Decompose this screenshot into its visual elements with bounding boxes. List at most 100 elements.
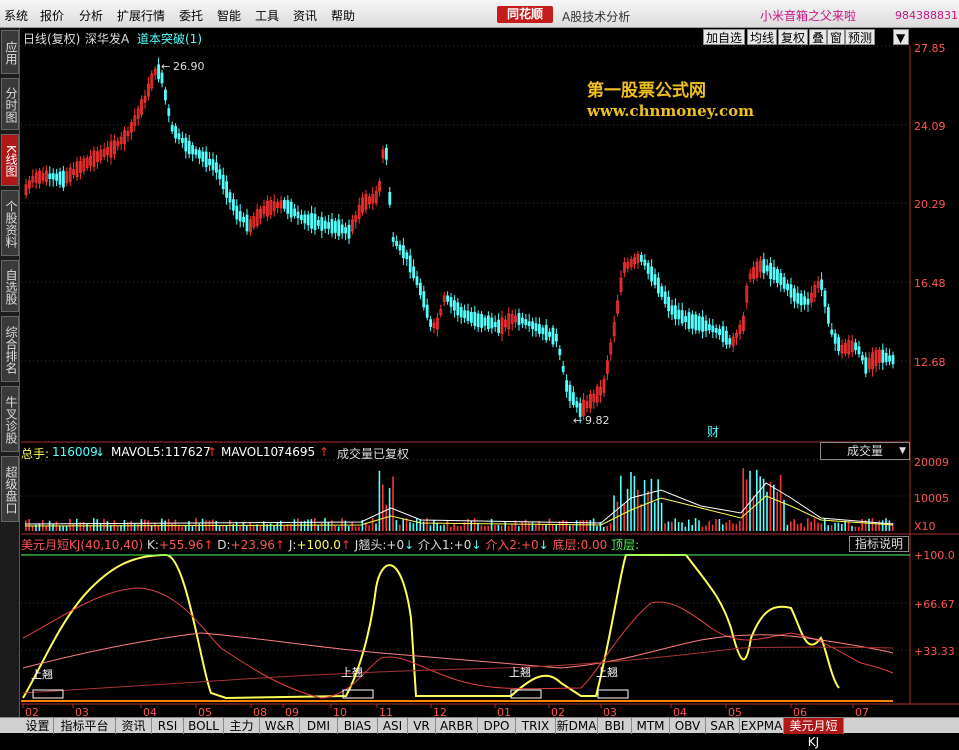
- menu-help[interactable]: 帮助: [331, 7, 355, 24]
- bottom-tab[interactable]: RSI: [152, 718, 184, 734]
- volume-bar: [575, 520, 578, 531]
- volume-bar: [569, 525, 571, 531]
- side-tab-ranking[interactable]: 综合排名: [1, 316, 19, 382]
- candle: [405, 252, 409, 260]
- volume-bar: [368, 525, 370, 531]
- bottom-tab[interactable]: ARBR: [436, 718, 478, 734]
- candle: [469, 312, 473, 323]
- volume-bar: [552, 524, 554, 531]
- bottom-tab[interactable]: 美元月短KJ: [784, 718, 844, 749]
- bottom-tab[interactable]: TRIX: [516, 718, 556, 734]
- volume-bar: [773, 484, 775, 531]
- volume-bar: [297, 518, 299, 531]
- candle: [225, 181, 229, 198]
- bottom-tab[interactable]: EXPMA: [740, 718, 784, 734]
- menu-extended-quote[interactable]: 扩展行情: [117, 7, 165, 24]
- volume-tick-label: 10005: [914, 492, 949, 505]
- candle: [568, 384, 572, 402]
- side-tab-intraday[interactable]: 分时图: [1, 78, 19, 130]
- down-arrow-icon: ↓: [538, 538, 549, 552]
- candle: [684, 316, 687, 323]
- side-tab-kline[interactable]: K线图: [1, 134, 19, 186]
- candle: [459, 307, 463, 318]
- mavol5-value: 117627: [165, 445, 211, 459]
- bottom-tab[interactable]: 设置: [22, 718, 54, 734]
- menu-news[interactable]: 资讯: [293, 7, 317, 24]
- volume-bar: [868, 518, 870, 531]
- bottom-tab[interactable]: 指标平台: [54, 718, 116, 734]
- candle: [476, 313, 480, 328]
- side-tab-stock-info[interactable]: 个股资料: [1, 190, 19, 256]
- mavol5-label: MAVOL5:: [111, 445, 165, 459]
- mavol10-label: MAVOL10:: [221, 445, 283, 459]
- side-tab-watchlist[interactable]: 自选股: [1, 260, 19, 312]
- k-label: K:: [147, 538, 159, 552]
- candle: [854, 342, 857, 351]
- menu-tools[interactable]: 工具: [255, 7, 279, 24]
- bottom-tab[interactable]: W&R: [260, 718, 300, 734]
- bottom-tab[interactable]: 主力: [224, 718, 260, 734]
- j-line: [22, 553, 840, 700]
- k-line: [22, 587, 894, 699]
- menu-smart[interactable]: 智能: [217, 7, 241, 24]
- bottom-tab[interactable]: MTM: [632, 718, 670, 734]
- price-tick-label: 16.48: [914, 277, 946, 290]
- volume-bar: [249, 523, 251, 531]
- bottom-tab[interactable]: OBV: [670, 718, 706, 734]
- candle: [837, 337, 840, 352]
- rise-marker-label: 上翘: [341, 666, 363, 679]
- volume-bar: [191, 526, 194, 531]
- promo-link[interactable]: 小米音箱之父来啦: [760, 7, 856, 24]
- candle: [333, 221, 337, 233]
- volume-bar: [181, 526, 183, 531]
- candle: [303, 214, 307, 224]
- volume-bar: [392, 476, 394, 531]
- volume-bar: [184, 525, 187, 531]
- volume-bar: [694, 518, 697, 531]
- candle: [497, 319, 501, 333]
- bottom-tab[interactable]: BOLL: [184, 718, 224, 734]
- menu-quote[interactable]: 报价: [40, 7, 64, 24]
- indicator-header: 美元月短KJ(40,10,40) K:+55.96↑ D:+23.96↑ J:+…: [21, 536, 639, 553]
- volume-selector[interactable]: 成交量 ▼: [820, 442, 910, 460]
- volume-bar: [756, 469, 758, 531]
- chart-area[interactable]: 日线(复权) 深华发A 道本突破(1) 加自选 均线 复权 叠 窗 预测 ▼ 第…: [21, 28, 959, 718]
- kline-chart[interactable]: 上翘 上翘 上翘 上翘 02 03 04 05 08 09 10 11 12 01 02 03 04 05 06 0…: [21, 28, 959, 718]
- bottom-tab[interactable]: DMI: [300, 718, 338, 734]
- candle: [323, 220, 327, 229]
- bottom-tab[interactable]: ASI: [378, 718, 408, 734]
- candle: [344, 227, 348, 234]
- candle: [555, 333, 558, 342]
- candle: [704, 320, 708, 332]
- volume-bar: [640, 504, 642, 531]
- menu-analysis[interactable]: 分析: [79, 7, 103, 24]
- menu-order[interactable]: 委托: [179, 7, 203, 24]
- candle: [544, 324, 548, 341]
- bottom-tab[interactable]: DPO: [478, 718, 516, 734]
- candle: [538, 324, 541, 334]
- volume-bar: [507, 526, 510, 531]
- candle: [412, 266, 416, 279]
- side-tab-apps[interactable]: 应用: [1, 30, 19, 74]
- side-tab-super-panel[interactable]: 超级盘口: [1, 456, 19, 522]
- candle: [408, 255, 412, 273]
- volume-bar: [416, 518, 418, 531]
- indicator-explain-button[interactable]: 指标说明: [849, 536, 909, 552]
- app-title: A股技术分析: [562, 10, 631, 24]
- bottom-tab[interactable]: BIAS: [338, 718, 378, 734]
- volume-bar: [348, 526, 350, 531]
- bottom-tab[interactable]: SAR: [706, 718, 740, 734]
- volume-bar: [154, 522, 156, 531]
- side-tab-diagnosis[interactable]: 牛叉诊股: [1, 386, 19, 452]
- candle: [204, 151, 208, 168]
- menu-system[interactable]: 系统: [4, 7, 28, 24]
- bottom-tab[interactable]: 新DMA: [556, 718, 598, 734]
- volume-bar: [722, 524, 724, 531]
- bottom-tab[interactable]: VR: [408, 718, 436, 734]
- volume-bar: [409, 521, 411, 531]
- bottom-tab[interactable]: 资讯: [116, 718, 152, 734]
- volume-bar: [497, 524, 500, 531]
- indicator-lines: 上翘 上翘 上翘 上翘: [21, 553, 910, 702]
- bottom-tab[interactable]: BBI: [598, 718, 632, 734]
- volume-bar: [691, 524, 693, 531]
